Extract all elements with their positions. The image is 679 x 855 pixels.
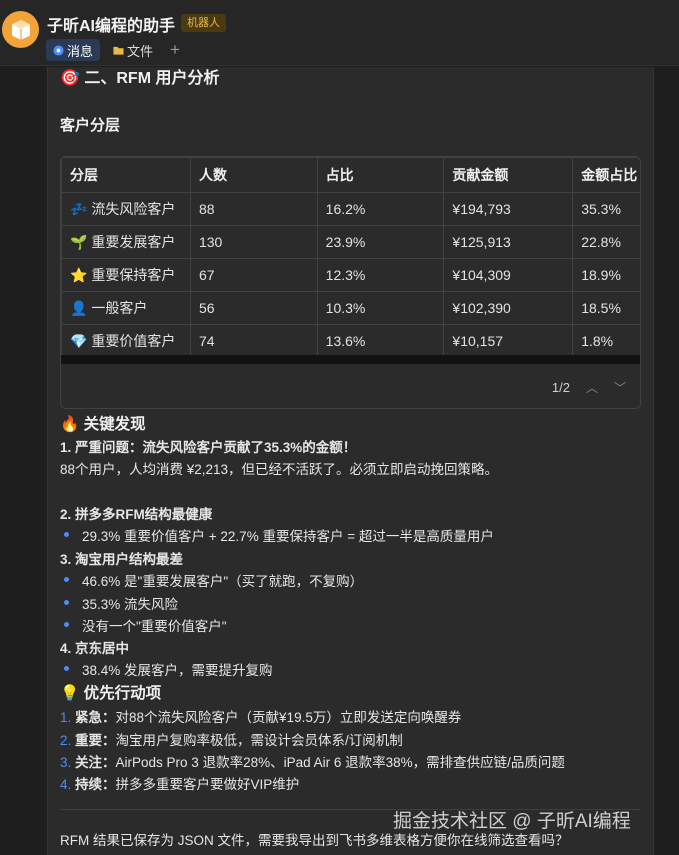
page-indicator: 1/2 — [551, 380, 570, 395]
action-label: 持续： — [75, 777, 116, 792]
table-header-row: 分层 人数 占比 贡献金额 金额占比 — [61, 157, 640, 193]
table-cell: ¥104,309 — [443, 258, 574, 292]
table-row: 💎 重要价值客户 74 13.6% ¥10,157 1.8% — [61, 324, 640, 358]
finding-3-bullet: 46.6% 是"重要发展客户"（买了就跑，不复购） — [82, 574, 364, 589]
column-header: 人数 — [189, 157, 318, 193]
watermark: 掘金技术社区 @ 子昕AI编程 — [393, 811, 631, 832]
table-horizontal-scrollbar[interactable] — [61, 355, 640, 364]
table-cell: 74 — [189, 324, 318, 358]
bullet-icon — [64, 577, 69, 582]
action-text: 淘宝用户复购率极低，需设计会员体系/订阅机制 — [115, 733, 403, 748]
column-header: 分层 — [61, 157, 191, 193]
finding-4-title: 4. 京东居中 — [60, 641, 130, 656]
table-cell: 13.6% — [316, 324, 445, 358]
section-title: 🎯 二、RFM 用户分析 — [60, 70, 220, 87]
chat-tabs: 消息 文件 + — [46, 38, 180, 62]
action-number: 2. — [60, 733, 72, 748]
folder-icon — [113, 46, 124, 55]
table-cell: 35.3% — [572, 192, 640, 226]
table-cell: 💤 流失风险客户 — [61, 192, 191, 226]
table-row: 💤 流失风险客户 88 16.2% ¥194,793 35.3% — [61, 192, 640, 226]
action-number: 3. — [60, 755, 72, 770]
action-label: 关注： — [75, 755, 116, 770]
finding-1-text: 88个用户，人均消费 ¥2,213，但已经不活跃了。必须立即启动挽回策略。 — [60, 462, 499, 477]
table-pagination: 1/2 ︿ ﹀ — [552, 379, 626, 396]
action-item: 3. 关注：AirPods Pro 3 退款率28%、iPad Air 6 退款… — [60, 751, 565, 771]
table-row: ⭐ 重要保持客户 67 12.3% ¥104,309 18.9% — [61, 258, 640, 292]
finding-2-title: 2. 拼多多RFM结构最健康 — [60, 507, 213, 522]
page-up-icon[interactable]: ︿ — [586, 379, 598, 396]
bullet-icon — [64, 622, 69, 627]
column-header: 金额占比 — [572, 157, 640, 193]
table-cell: 23.9% — [316, 225, 445, 259]
action-item: 1. 紧急：对88个流失风险客户（贡献¥19.5万）立即发送定向唤醒券 — [60, 706, 461, 726]
bullet-icon — [64, 600, 69, 605]
finding-3-bullet: 35.3% 流失风险 — [82, 597, 179, 612]
table-cell: 🌱 重要发展客户 — [61, 225, 191, 259]
table-cell: ¥10,157 — [443, 324, 574, 358]
table-cell: 56 — [189, 291, 318, 325]
add-tab-button[interactable]: + — [170, 40, 180, 60]
message-icon — [53, 44, 64, 56]
table-cell: ⭐ 重要保持客户 — [61, 258, 191, 292]
table-row: 🌱 重要发展客户 130 23.9% ¥125,913 22.8% — [61, 225, 640, 259]
table-cell: 16.2% — [316, 192, 445, 226]
table-cell: 12.3% — [316, 258, 445, 292]
findings-title: 🔥 关键发现 — [60, 416, 146, 433]
segments-table: 分层 人数 占比 贡献金额 金额占比 💤 流失风险客户 88 16.2% ¥19… — [60, 156, 641, 409]
action-text: 拼多多重要客户要做好VIP维护 — [115, 777, 300, 792]
action-text: AirPods Pro 3 退款率28%、iPad Air 6 退款率38%，需… — [115, 755, 565, 770]
action-item: 2. 重要：淘宝用户复购率极低，需设计会员体系/订阅机制 — [60, 729, 403, 749]
table-cell: 88 — [189, 192, 318, 226]
tab-messages-label: 消息 — [67, 43, 94, 59]
tab-files-label: 文件 — [127, 43, 154, 59]
finding-2-bullet: 29.3% 重要价值客户 + 22.7% 重要保持客户 = 超过一半是高质量用户 — [82, 529, 494, 544]
finding-4-bullet: 38.4% 发展客户，需要提升复购 — [82, 663, 273, 678]
finding-1-title: 1. 严重问题：流失风险客户贡献了35.3%的金额！ — [60, 440, 357, 455]
finding-3-bullet: 没有一个"重要价值客户" — [82, 619, 227, 634]
actions-title: 💡 优先行动项 — [60, 685, 162, 702]
segments-grid: 分层 人数 占比 贡献金额 金额占比 💤 流失风险客户 88 16.2% ¥19… — [61, 157, 640, 358]
table-row: 👤 一般客户 56 10.3% ¥102,390 18.5% — [61, 291, 640, 325]
table-cell: 💎 重要价值客户 — [61, 324, 191, 358]
bot-avatar[interactable] — [2, 11, 39, 48]
table-cell: 22.8% — [572, 225, 640, 259]
subsection-title: 客户分层 — [60, 117, 121, 134]
table-cell: 18.5% — [572, 291, 640, 325]
column-header: 占比 — [316, 157, 445, 193]
table-cell: 18.9% — [572, 258, 640, 292]
table-cell: 10.3% — [316, 291, 445, 325]
bullet-icon — [64, 666, 69, 671]
table-cell: ¥194,793 — [443, 192, 574, 226]
tab-messages[interactable]: 消息 — [46, 39, 101, 61]
bot-badge: 机器人 — [181, 14, 226, 32]
action-number: 1. — [60, 710, 72, 725]
table-cell: 67 — [189, 258, 318, 292]
action-label: 重要： — [75, 733, 116, 748]
chat-header: 子昕AI编程的助手 机器人 消息 文件 + — [0, 0, 679, 66]
page-down-icon[interactable]: ﹀ — [614, 379, 626, 396]
action-label: 紧急： — [75, 710, 116, 725]
bullet-icon — [64, 532, 69, 537]
finding-3-title: 3. 淘宝用户结构最差 — [60, 552, 184, 567]
table-cell: ¥125,913 — [443, 225, 574, 259]
table-cell: 👤 一般客户 — [61, 291, 191, 325]
table-cell: 130 — [189, 225, 318, 259]
action-number: 4. — [60, 777, 72, 792]
table-cell: 1.8% — [572, 324, 640, 358]
column-header: 贡献金额 — [443, 157, 574, 193]
table-cell: ¥102,390 — [443, 291, 574, 325]
box-icon — [11, 19, 30, 40]
action-text: 对88个流失风险客户（贡献¥19.5万）立即发送定向唤醒券 — [115, 710, 462, 725]
action-item: 4. 持续：拼多多重要客户要做好VIP维护 — [60, 773, 299, 793]
chat-title: 子昕AI编程的助手 — [47, 18, 176, 35]
tab-files[interactable]: 文件 — [106, 39, 160, 61]
